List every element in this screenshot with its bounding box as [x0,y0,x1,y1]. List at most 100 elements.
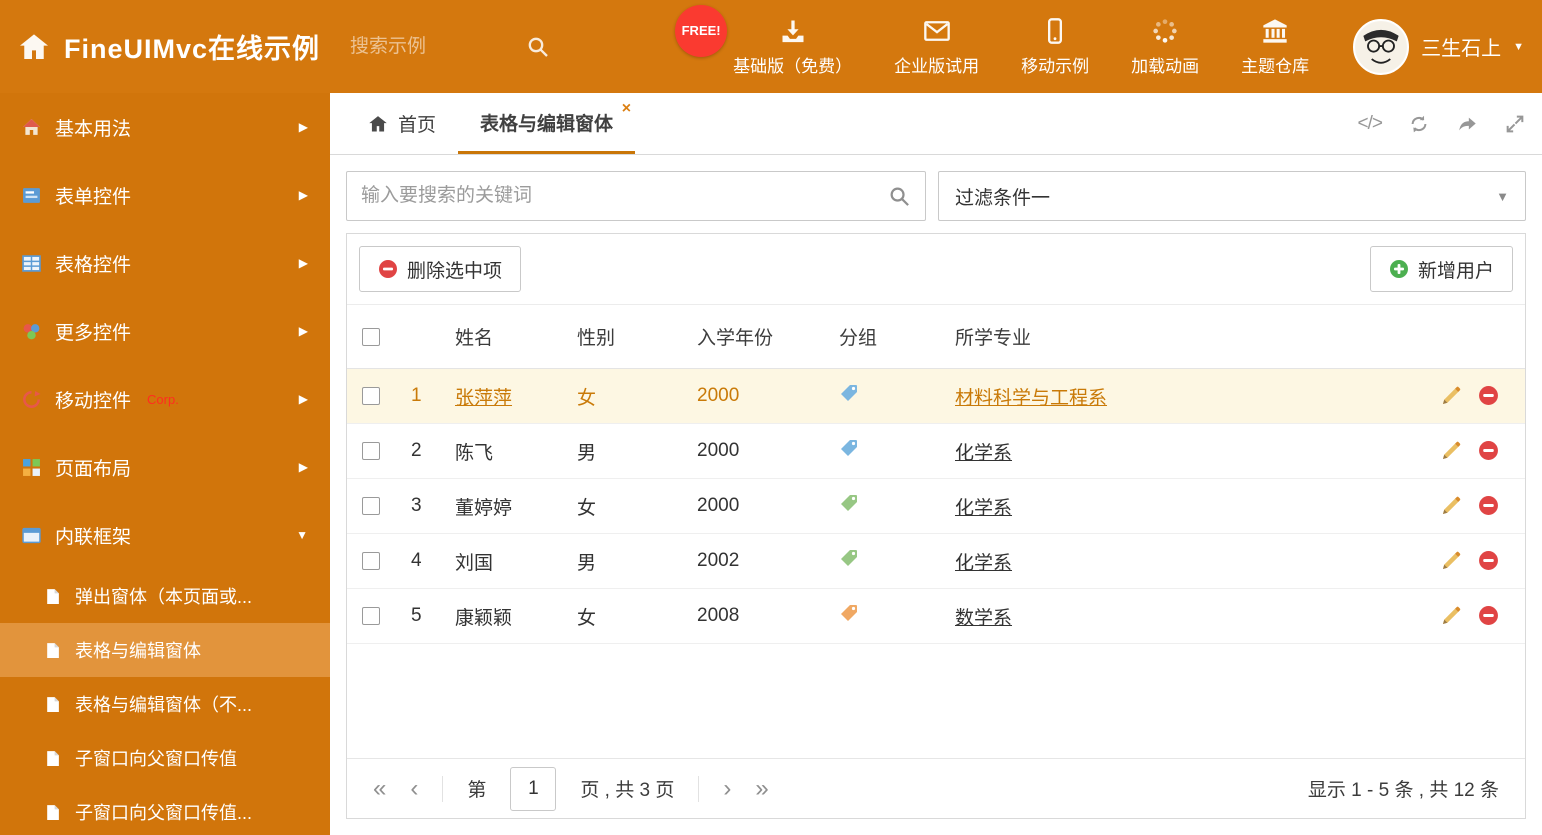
delete-icon[interactable] [1478,440,1499,462]
major-link[interactable]: 数学系 [955,608,1012,629]
sidebar-subitem-grid-edit-window[interactable]: 表格与编辑窗体 [0,623,330,677]
app-title: FineUIMvc在线示例 [64,34,321,64]
delete-icon[interactable] [1478,495,1499,517]
nav-item-loading-animation[interactable]: 加载动画 [1131,17,1199,77]
chevron-right-icon: ▶ [298,120,308,134]
column-header-major: 所学专业 [955,328,1032,349]
download-icon [779,17,807,45]
row-checkbox[interactable] [362,442,380,460]
nav-item-mobile-demo[interactable]: 移动示例 [1021,17,1089,77]
table-icon [22,254,41,273]
column-header-year: 入学年份 [697,328,774,349]
page-label-pre: 第 [467,780,487,801]
column-header-group: 分组 [839,328,878,349]
sidebar-item-mobile-controls[interactable]: 移动控件 Corp. ▶ [0,365,330,433]
sidebar-item-grid-controls[interactable]: 表格控件 ▶ [0,229,330,297]
keyword-search-input[interactable] [361,185,888,207]
major-link[interactable]: 化学系 [955,553,1012,574]
delete-icon[interactable] [1478,605,1499,627]
table-row[interactable]: 3 董婷婷 女 2000 化学系 [347,479,1525,534]
nav-item-enterprise-trial[interactable]: 企业版试用 [894,17,979,77]
filter-dropdown[interactable]: 过滤条件一 ▼ [938,171,1526,221]
share-icon[interactable] [1456,113,1478,135]
row-checkbox[interactable] [362,552,380,570]
sidebar-item-more-controls[interactable]: 更多控件 ▶ [0,297,330,365]
sidebar-subitem-popup-window[interactable]: 弹出窗体（本页面或... [0,569,330,623]
nav-item-theme-repo[interactable]: 主题仓库 [1241,17,1309,77]
bank-icon [1261,17,1289,45]
page-number-input[interactable] [510,766,557,811]
first-page-icon[interactable]: « [373,776,386,801]
cell-year: 2000 [697,440,740,461]
source-code-icon[interactable]: </> [1358,113,1384,135]
nav-item-label: 主题仓库 [1241,56,1310,76]
nav-item-basic-free[interactable]: FREE! 基础版（免费） [675,4,852,77]
user-menu[interactable]: 三生石上 ▼ [1353,18,1524,75]
tab-grid-edit-window[interactable]: 表格与编辑窗体 × [458,93,636,154]
row-checkbox[interactable] [362,387,380,405]
row-checkbox[interactable] [362,607,380,625]
edit-icon[interactable] [1440,385,1462,407]
sidebar-subitem-child-to-parent[interactable]: 子窗口向父窗口传值 [0,731,330,785]
major-link[interactable]: 材料科学与工程系 [955,388,1107,409]
header-search-input[interactable] [350,35,501,58]
delete-selected-button[interactable]: 删除选中项 [359,246,522,292]
table-row[interactable]: 2 陈飞 男 2000 化学系 [347,424,1525,479]
record-summary: 显示 1 - 5 条 , 共 12 条 [1307,780,1499,801]
select-all-checkbox[interactable] [362,327,380,346]
row-number: 3 [411,495,422,516]
expand-icon[interactable] [1504,113,1526,135]
user-name: 三生石上 [1421,38,1502,60]
cell-gender: 男 [577,442,597,464]
edit-icon[interactable] [1440,550,1462,572]
tag-icon [839,383,859,403]
last-page-icon[interactable]: » [755,776,768,801]
prev-page-icon[interactable]: ‹ [410,776,418,801]
edit-icon[interactable] [1440,605,1462,627]
sidebar-item-basic-usage[interactable]: 基本用法 ▶ [0,93,330,161]
major-link[interactable]: 化学系 [955,498,1012,519]
spinner-icon [1151,17,1179,45]
sidebar-item-page-layout[interactable]: 页面布局 ▶ [0,433,330,501]
delete-icon[interactable] [1478,385,1499,407]
filter-row: 过滤条件一 ▼ [346,171,1526,221]
tab-tools: </> [1358,93,1526,154]
minus-circle-icon [378,259,398,279]
refresh-icon[interactable] [1408,113,1430,135]
edit-icon[interactable] [1440,440,1462,462]
sidebar-subitem-grid-edit-window-2[interactable]: 表格与编辑窗体（不... [0,677,330,731]
sidebar: 基本用法 ▶ 表单控件 ▶ 表格控件 ▶ 更多控件 ▶ 移动控件 Corp. ▶… [0,93,330,835]
frame-icon [22,526,41,545]
table-row[interactable]: 4 刘国 男 2002 化学系 [347,534,1525,589]
tab-label: 首页 [398,115,437,136]
sidebar-subitem-label: 弹出窗体（本页面或... [75,587,253,607]
shapes-icon [22,322,41,341]
sidebar-item-label: 表格控件 [55,254,132,276]
sidebar-subitem-child-to-parent-2[interactable]: 子窗口向父窗口传值... [0,785,330,835]
sidebar-subitem-label: 子窗口向父窗口传值 [75,749,237,769]
chevron-right-icon: ▶ [298,392,308,406]
mobile-controls-icon [22,390,41,409]
nav-item-label: 企业版试用 [894,56,980,76]
cell-year: 2008 [697,605,740,626]
tab-home[interactable]: 首页 [346,93,458,154]
table-row[interactable]: 1 张萍萍 女 2000 材料科学与工程系 [347,369,1525,424]
search-icon[interactable] [526,35,550,59]
brand: FineUIMvc在线示例 [18,27,320,66]
cell-name: 张萍萍 [455,387,513,409]
add-user-button[interactable]: 新增用户 [1369,246,1513,292]
row-checkbox[interactable] [362,497,380,515]
file-icon [44,750,61,767]
header: FineUIMvc在线示例 FREE! 基础版（免费） 企业版试用 [0,0,1542,93]
major-link[interactable]: 化学系 [955,443,1012,464]
delete-icon[interactable] [1478,550,1499,572]
sidebar-item-inline-frame[interactable]: 内联框架 ▼ [0,501,330,569]
edit-icon[interactable] [1440,495,1462,517]
search-icon[interactable] [888,185,911,208]
next-page-icon[interactable]: › [723,776,731,801]
close-icon[interactable]: × [622,100,631,118]
sidebar-item-label: 更多控件 [55,322,132,344]
sidebar-item-form-controls[interactable]: 表单控件 ▶ [0,161,330,229]
mobile-icon [1041,17,1069,45]
table-row[interactable]: 5 康颖颖 女 2008 数学系 [347,589,1525,644]
